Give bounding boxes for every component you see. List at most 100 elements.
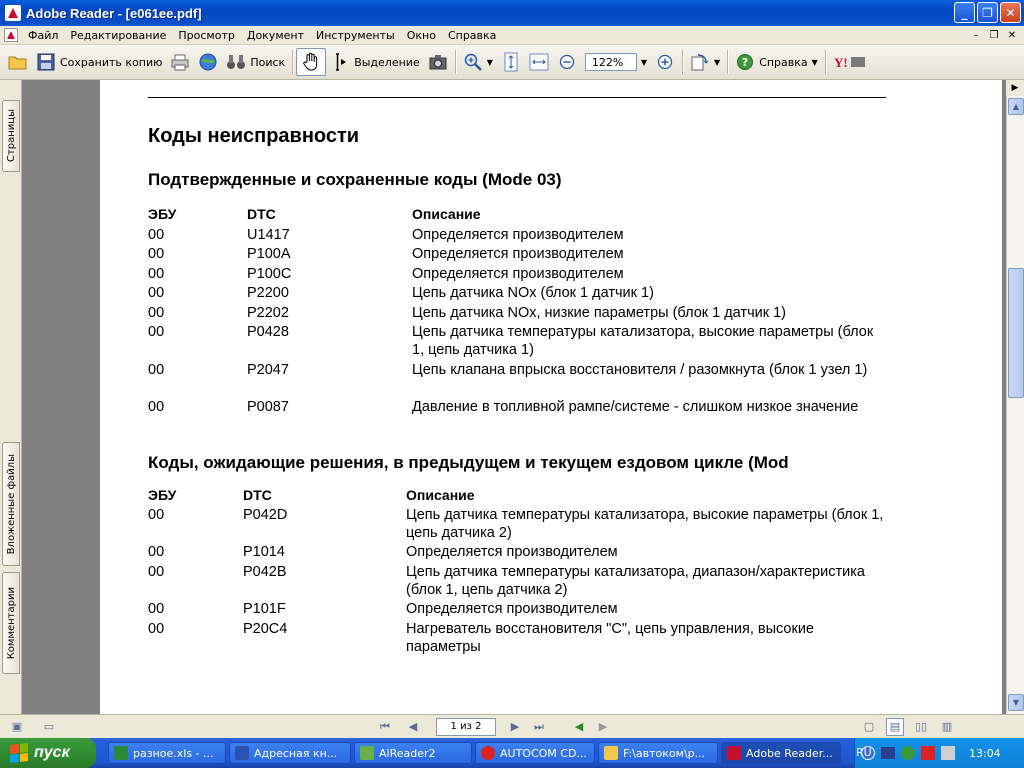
page-number-field[interactable]: 1 из 2 (436, 717, 496, 736)
doc-restore-button[interactable]: ❐ (986, 28, 1002, 42)
zoom-in-tool-button[interactable]: ▼ (459, 48, 497, 76)
menu-help[interactable]: Справка (442, 29, 502, 42)
menu-tools[interactable]: Инструменты (310, 29, 401, 42)
table-cell-description: Нагреватель восстановителя "С", цепь упр… (406, 621, 814, 655)
scroll-up-button[interactable]: ▲ (1008, 98, 1024, 115)
menu-window[interactable]: Окно (401, 29, 442, 42)
table-cell-ecu: 00 (148, 507, 165, 523)
task-explorer[interactable]: F:\автоком\р... (598, 742, 718, 764)
tab-comments-label: Комментарии (5, 586, 17, 660)
task-address-book[interactable]: Адресная кн... (229, 742, 351, 764)
email-button[interactable] (194, 48, 222, 76)
table-cell-ecu: 00 (148, 246, 165, 262)
header-rule (148, 97, 886, 98)
fit-width-button[interactable] (525, 48, 553, 76)
zoom-in-button[interactable] (651, 48, 679, 76)
yahoo-button[interactable]: Y! (829, 48, 871, 76)
tab-pages[interactable]: Страницы (2, 100, 20, 172)
network-icon[interactable] (881, 747, 895, 759)
print-button[interactable] (166, 48, 194, 76)
select-tool-button[interactable]: Выделение (326, 48, 424, 76)
adobe-reader-icon (727, 746, 741, 760)
single-page-layout-icon[interactable]: ▢ (860, 718, 878, 736)
task-explorer-label: F:\автоком\р... (623, 746, 706, 760)
minimize-button[interactable]: _ (954, 2, 975, 23)
document-view[interactable]: Коды неисправности Подтвержденные и сохр… (22, 80, 1006, 714)
magnifier-icon (463, 52, 483, 72)
zoom-out-button[interactable] (553, 48, 581, 76)
snapshot-button[interactable] (424, 48, 452, 76)
update-icon[interactable] (901, 746, 915, 760)
menu-view[interactable]: Просмотр (172, 29, 240, 42)
menu-file[interactable]: Файл (22, 29, 64, 42)
rotate-button[interactable]: ▼ (686, 48, 724, 76)
task-adobe-reader[interactable]: Adobe Reader... (721, 742, 841, 764)
search-button[interactable]: Поиск (222, 48, 289, 76)
menu-document[interactable]: Документ (241, 29, 310, 42)
task-autocom-label: AUTOCOM CD... (500, 746, 587, 760)
start-button[interactable]: пуск (0, 738, 96, 768)
section2-col-ecu: ЭБУ (148, 487, 177, 503)
next-page-icon[interactable]: ▶ (506, 718, 524, 736)
hand-icon (301, 52, 321, 72)
table-cell-description: Определяется производителем (406, 544, 618, 560)
volume-icon[interactable] (941, 746, 955, 760)
previous-page-icon[interactable]: ◀ (404, 718, 422, 736)
single-page-view-icon[interactable]: ▣ (8, 718, 26, 736)
help-icon: ? (735, 52, 755, 72)
menu-edit[interactable]: Редактирование (64, 29, 172, 42)
section1-heading: Подтвержденные и сохраненные коды (Mode … (148, 170, 562, 189)
scroll-thumb[interactable] (1008, 268, 1024, 398)
chevron-down-icon[interactable]: ▼ (714, 58, 720, 67)
tab-comments[interactable]: Комментарии (2, 572, 20, 674)
tab-attachments-label: Вложенные файлы (5, 453, 17, 555)
doc-minimize-button[interactable]: – (968, 28, 984, 42)
fit-page-button[interactable] (497, 48, 525, 76)
zoom-level-field[interactable]: 122% (584, 53, 637, 71)
language-indicator[interactable]: RU (856, 746, 872, 759)
doc-close-button[interactable]: ✕ (1004, 28, 1020, 42)
first-page-icon[interactable]: ⏮ (376, 718, 394, 736)
continuous-facing-layout-icon[interactable]: ▥ (938, 718, 956, 736)
chevron-down-icon[interactable]: ▼ (812, 58, 818, 67)
panel-toggle-icon[interactable]: ▭ (40, 718, 58, 736)
select-label: Выделение (354, 55, 420, 69)
chevron-down-icon[interactable]: ▼ (487, 58, 493, 67)
save-copy-button[interactable]: Сохранить копию (32, 48, 166, 76)
table-cell-dtc: P2202 (247, 305, 289, 321)
table-cell-dtc: P100A (247, 246, 291, 262)
zoom-level-select[interactable]: 122% ▼ (581, 48, 651, 76)
last-page-icon[interactable]: ⏭ (530, 718, 548, 736)
table-cell-ecu: 00 (148, 362, 165, 378)
table-cell-dtc: P0428 (247, 324, 289, 340)
binoculars-icon (226, 52, 246, 72)
chevron-down-icon[interactable]: ▼ (641, 58, 647, 67)
document-icon[interactable] (4, 28, 18, 42)
table-cell-description: Определяется производителем (412, 227, 624, 243)
folder-icon (8, 52, 28, 72)
help-button[interactable]: ? Справка ▼ (731, 48, 822, 76)
go-forward-icon[interactable]: ▶ (594, 718, 612, 736)
tab-attachments[interactable]: Вложенные файлы (2, 442, 20, 566)
minus-circle-icon (557, 52, 577, 72)
close-button[interactable]: ✕ (1000, 2, 1021, 23)
table-cell-ecu: 00 (148, 324, 165, 340)
table-cell-ecu: 00 (148, 621, 165, 637)
expand-panel-arrow-icon[interactable]: ▶ (1006, 80, 1024, 96)
facing-layout-icon[interactable]: ▯▯ (912, 718, 930, 736)
svg-text:Y!: Y! (834, 55, 848, 70)
open-button[interactable] (4, 48, 32, 76)
task-excel[interactable]: разное.xls - ... (108, 742, 226, 764)
scroll-down-button[interactable]: ▼ (1008, 694, 1024, 711)
hand-tool-button[interactable] (296, 48, 327, 76)
section2-col-dtc: DTC (243, 487, 272, 503)
table-cell-ecu: 00 (148, 266, 165, 282)
task-alreader[interactable]: AlReader2 (354, 742, 472, 764)
task-autocom[interactable]: AUTOCOM CD... (475, 742, 595, 764)
continuous-layout-icon[interactable]: ▤ (886, 717, 904, 736)
antivirus-icon[interactable] (921, 746, 935, 760)
vertical-scrollbar[interactable]: ▲ ▼ (1006, 80, 1024, 714)
maximize-button[interactable]: ❐ (977, 2, 998, 23)
table-cell-description: Цепь датчика NOx, низкие параметры (блок… (412, 305, 786, 321)
go-back-icon[interactable]: ◀ (570, 718, 588, 736)
